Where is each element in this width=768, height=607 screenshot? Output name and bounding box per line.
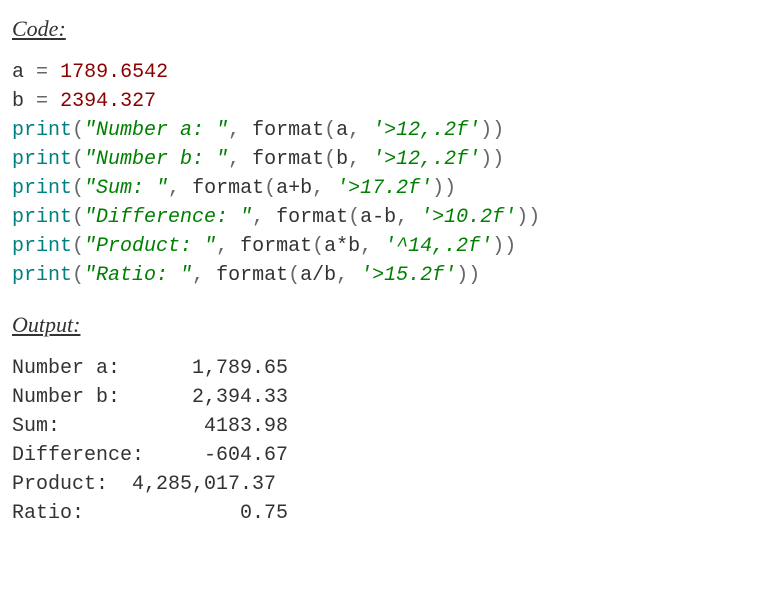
code-token: a*b	[324, 235, 360, 258]
code-token: "Difference: "	[84, 206, 252, 229]
code-token: a	[12, 61, 24, 84]
code-token: (	[324, 148, 336, 171]
code-token: format	[216, 264, 288, 287]
code-token: ,	[216, 235, 228, 258]
code-token: (	[72, 177, 84, 200]
code-token: ,	[168, 177, 180, 200]
code-token: ))	[516, 206, 540, 229]
code-token: ))	[492, 235, 516, 258]
code-token: (	[288, 264, 300, 287]
code-token: ,	[396, 206, 408, 229]
code-token: a-b	[360, 206, 396, 229]
code-token: (	[312, 235, 324, 258]
code-token: (	[348, 206, 360, 229]
code-token: ,	[228, 148, 240, 171]
code-token: '>15.2f'	[360, 264, 456, 287]
code-token: '>17.2f'	[336, 177, 432, 200]
code-token: print	[12, 235, 72, 258]
code-token: print	[12, 148, 72, 171]
code-token: "Sum: "	[84, 177, 168, 200]
code-token: print	[12, 264, 72, 287]
code-token: ,	[348, 119, 360, 142]
code-token: (	[72, 235, 84, 258]
code-heading: Code:	[12, 16, 756, 42]
output-line: Number a: 1,789.65	[12, 357, 288, 380]
code-token: print	[12, 206, 72, 229]
output-line: Sum: 4183.98	[12, 415, 288, 438]
code-token: b	[336, 148, 348, 171]
code-token: (	[264, 177, 276, 200]
code-token: "Ratio: "	[84, 264, 192, 287]
code-token: '>12,.2f'	[372, 148, 480, 171]
code-token: ))	[456, 264, 480, 287]
code-token: =	[36, 90, 48, 113]
output-line: Number b: 2,394.33	[12, 386, 288, 409]
code-token: (	[72, 206, 84, 229]
output-heading: Output:	[12, 312, 756, 338]
code-token: ))	[432, 177, 456, 200]
code-token: 1789.6542	[60, 61, 168, 84]
code-token: a	[336, 119, 348, 142]
code-token: format	[252, 119, 324, 142]
code-token: ,	[336, 264, 348, 287]
code-token: 2394.327	[60, 90, 156, 113]
code-token: format	[276, 206, 348, 229]
code-token: ,	[360, 235, 372, 258]
code-token: '^14,.2f'	[384, 235, 492, 258]
output-line: Difference: -604.67	[12, 444, 288, 467]
code-token: print	[12, 119, 72, 142]
code-token: ))	[480, 148, 504, 171]
code-token: ))	[480, 119, 504, 142]
code-token: =	[36, 61, 48, 84]
code-token: '>10.2f'	[420, 206, 516, 229]
code-token: ,	[228, 119, 240, 142]
code-token: "Number b: "	[84, 148, 228, 171]
code-token: '>12,.2f'	[372, 119, 480, 142]
code-token: (	[72, 119, 84, 142]
code-token: (	[324, 119, 336, 142]
code-token: format	[192, 177, 264, 200]
code-token: a+b	[276, 177, 312, 200]
code-token: (	[72, 148, 84, 171]
code-token: print	[12, 177, 72, 200]
output-line: Ratio: 0.75	[12, 502, 288, 525]
code-token: "Number a: "	[84, 119, 228, 142]
code-token: b	[12, 90, 24, 113]
output-block: Number a: 1,789.65 Number b: 2,394.33 Su…	[12, 354, 756, 528]
code-token: ,	[312, 177, 324, 200]
code-block: a = 1789.6542 b = 2394.327 print("Number…	[12, 58, 756, 290]
code-token: ,	[192, 264, 204, 287]
code-token: ,	[252, 206, 264, 229]
code-token: format	[252, 148, 324, 171]
code-token: format	[240, 235, 312, 258]
code-token: a/b	[300, 264, 336, 287]
code-token: ,	[348, 148, 360, 171]
code-token: (	[72, 264, 84, 287]
output-line: Product: 4,285,017.37	[12, 473, 288, 496]
code-token: "Product: "	[84, 235, 216, 258]
